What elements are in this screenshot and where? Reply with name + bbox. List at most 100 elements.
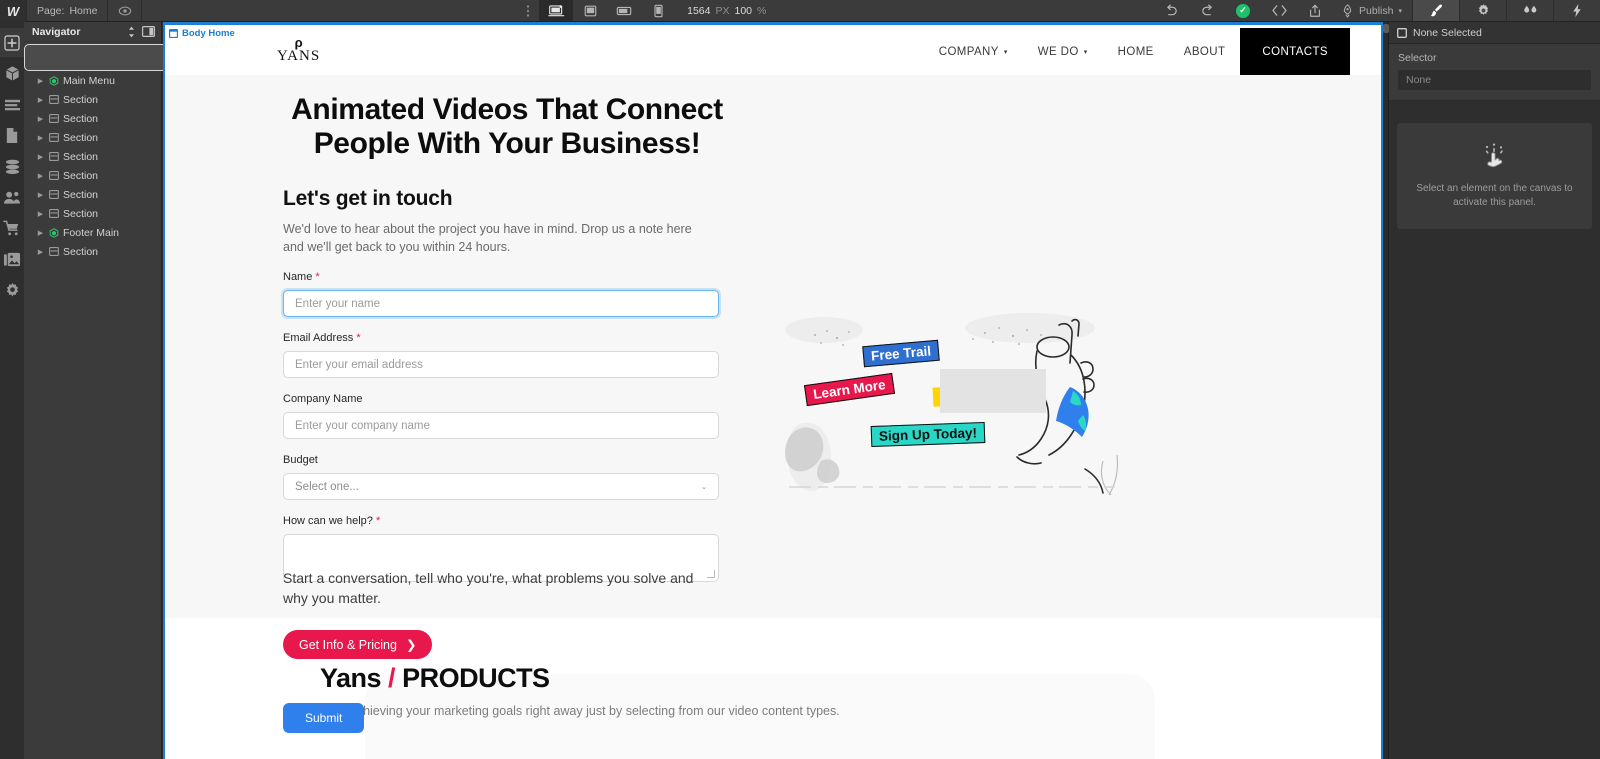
sort-updown-icon[interactable]: [127, 26, 136, 38]
rendered-website: ρ YANS COMPANY ▾ WE DO ▾ HOME ABOUT CONTACTS A…: [165, 28, 1381, 759]
mobile-landscape-icon: [616, 6, 632, 15]
rocket-icon: [1343, 3, 1352, 18]
navigator-item[interactable]: ▶ Section: [24, 185, 161, 204]
disclosure-caret-icon[interactable]: ▶: [36, 153, 45, 161]
rail-pages[interactable]: [0, 121, 24, 150]
navigator-item[interactable]: ▶ Main Menu: [24, 71, 161, 90]
disclosure-caret-icon[interactable]: ▶: [36, 115, 45, 123]
site-logo[interactable]: ρ YANS: [277, 28, 320, 75]
disclosure-caret-icon[interactable]: ▶: [36, 210, 45, 218]
nav-link-company[interactable]: COMPANY ▾: [924, 28, 1023, 75]
contact-section: Animated Videos That Connect People With…: [165, 75, 1381, 733]
breakpoint-mobile-landscape[interactable]: [607, 0, 641, 21]
chevron-down-icon: ⌄: [701, 483, 707, 491]
products-heading-block: Yans / PRODUCTS Start achieving your mar…: [320, 663, 840, 718]
page-selector[interactable]: Page: Home: [26, 0, 109, 21]
custom-code-button[interactable]: [1261, 0, 1297, 21]
logo-mark: ρ: [294, 35, 303, 50]
navigator-item[interactable]: ▶ Section: [24, 90, 161, 109]
navigator-panel: Navigator Body Home ▶ Main Menu ▶ Section ▶ Se…: [24, 22, 460, 759]
vertical-dots-icon: [527, 4, 530, 17]
nav-link-label: HOME: [1117, 45, 1154, 58]
breakpoint-mobile-portrait[interactable]: [641, 0, 675, 21]
rail-add-elements[interactable]: [0, 28, 24, 57]
disclosure-caret-icon[interactable]: ▶: [36, 96, 45, 104]
people-icon: [3, 191, 20, 204]
navigator-item[interactable]: ▶ Section: [24, 128, 161, 147]
page-icon: [6, 127, 18, 144]
cube-icon: [5, 66, 19, 81]
undo-button[interactable]: [1153, 0, 1189, 21]
disclosure-caret-icon[interactable]: ▶: [36, 134, 45, 142]
products-subtitle: Start achieving your marketing goals rig…: [320, 704, 840, 718]
selector-input[interactable]: None: [1398, 70, 1591, 90]
nav-link-home[interactable]: HOME: [1103, 28, 1169, 75]
required-asterisk: *: [372, 515, 381, 527]
canvas-body-frame[interactable]: Body Home ρ YANS COMPANY ▾ WE DO ▾ HOME ABOUT…: [163, 22, 1383, 759]
select-value: Select one...: [295, 480, 359, 493]
hero-heading: Animated Videos That Connect People With…: [291, 93, 723, 160]
navigator-tree: Body Home▶Main Menu▶Section▶Section▶Sect…: [24, 42, 460, 261]
tab-interactions-panel[interactable]: [1506, 0, 1553, 21]
more-options-button[interactable]: [517, 0, 539, 21]
rail-settings[interactable]: [0, 276, 24, 305]
submit-button[interactable]: Submit: [283, 703, 365, 733]
budget-select[interactable]: Select one... ⌄: [283, 473, 719, 500]
name-input[interactable]: Enter your name: [283, 290, 719, 317]
topbar-spacer-right: [778, 0, 1153, 21]
chevron-down-icon: ▾: [1083, 48, 1088, 56]
breakpoint-tablet[interactable]: [573, 0, 607, 21]
company-name-input[interactable]: Enter your company name: [283, 412, 719, 439]
rail-style-manager[interactable]: [0, 90, 24, 119]
navigator-item[interactable]: ▶ Section: [24, 242, 161, 261]
navigator-item-label: Section: [63, 131, 99, 144]
get-info-pricing-button[interactable]: Get Info & Pricing ❯: [283, 630, 433, 659]
disclosure-caret-icon[interactable]: ▶: [36, 191, 45, 199]
section-icon: [49, 247, 59, 256]
contact-form: Let's get in touch We'd love to hear abo…: [283, 187, 721, 582]
redo-button[interactable]: [1189, 0, 1225, 21]
products-heading: Yans / PRODUCTS: [320, 663, 840, 694]
tab-style-panel[interactable]: [1412, 0, 1459, 21]
navigator-item[interactable]: ▶ Section: [24, 109, 161, 128]
check-circle-icon: ✓: [1236, 3, 1251, 18]
rail-users[interactable]: [0, 183, 24, 212]
nav-link-we-do[interactable]: WE DO ▾: [1023, 28, 1103, 75]
rail-cms[interactable]: [0, 152, 24, 181]
save-status-indicator: ✓: [1225, 0, 1261, 21]
tab-settings-panel[interactable]: [1459, 0, 1506, 21]
canvas-size-display[interactable]: 1564 PX 100 %: [675, 0, 778, 21]
webflow-logo[interactable]: W: [0, 0, 26, 22]
disclosure-caret-icon[interactable]: ▶: [36, 77, 45, 85]
breakpoint-desktop[interactable]: [539, 0, 574, 21]
nav-link-label: CONTACTS: [1262, 45, 1328, 58]
mobile-portrait-icon: [654, 4, 663, 17]
disclosure-caret-icon[interactable]: ▶: [36, 229, 45, 237]
tab-effects-panel[interactable]: [1553, 0, 1600, 21]
canvas-scrollbar-thumb[interactable]: [1383, 24, 1389, 33]
nav-link-label: WE DO: [1037, 45, 1079, 58]
disclosure-caret-icon[interactable]: ▶: [36, 248, 45, 256]
rail-assets[interactable]: [0, 245, 24, 274]
rail-components[interactable]: [0, 59, 24, 88]
navigator-item[interactable]: ▶ Section: [24, 166, 161, 185]
input-placeholder: Enter your email address: [295, 358, 423, 371]
disclosure-caret-icon[interactable]: ▶: [36, 172, 45, 180]
body-element-tag[interactable]: Body Home: [169, 28, 235, 39]
required-asterisk: *: [353, 332, 361, 344]
publish-button[interactable]: Publish ▾: [1333, 0, 1412, 21]
email-address-input[interactable]: Enter your email address: [283, 351, 719, 378]
navigator-item[interactable]: ▶ Section: [24, 147, 161, 166]
panel-empty-state: Select an element on the canvas to activ…: [1397, 123, 1592, 229]
canvas-viewport[interactable]: Body Home ρ YANS COMPANY ▾ WE DO ▾ HOME ABOUT…: [163, 22, 1388, 759]
navigator-item[interactable]: ▶ Footer Main: [24, 223, 161, 242]
form-lede: We'd love to hear about the project you …: [283, 222, 692, 254]
panel-layout-icon[interactable]: [142, 26, 155, 37]
preview-toggle[interactable]: [108, 0, 143, 21]
nav-link-contacts[interactable]: CONTACTS: [1240, 28, 1350, 75]
field-label: Name *: [283, 271, 721, 283]
navigator-item[interactable]: ▶ Section: [24, 204, 161, 223]
nav-link-about[interactable]: ABOUT: [1169, 28, 1241, 75]
export-button[interactable]: [1297, 0, 1333, 21]
rail-ecommerce[interactable]: [0, 214, 24, 243]
